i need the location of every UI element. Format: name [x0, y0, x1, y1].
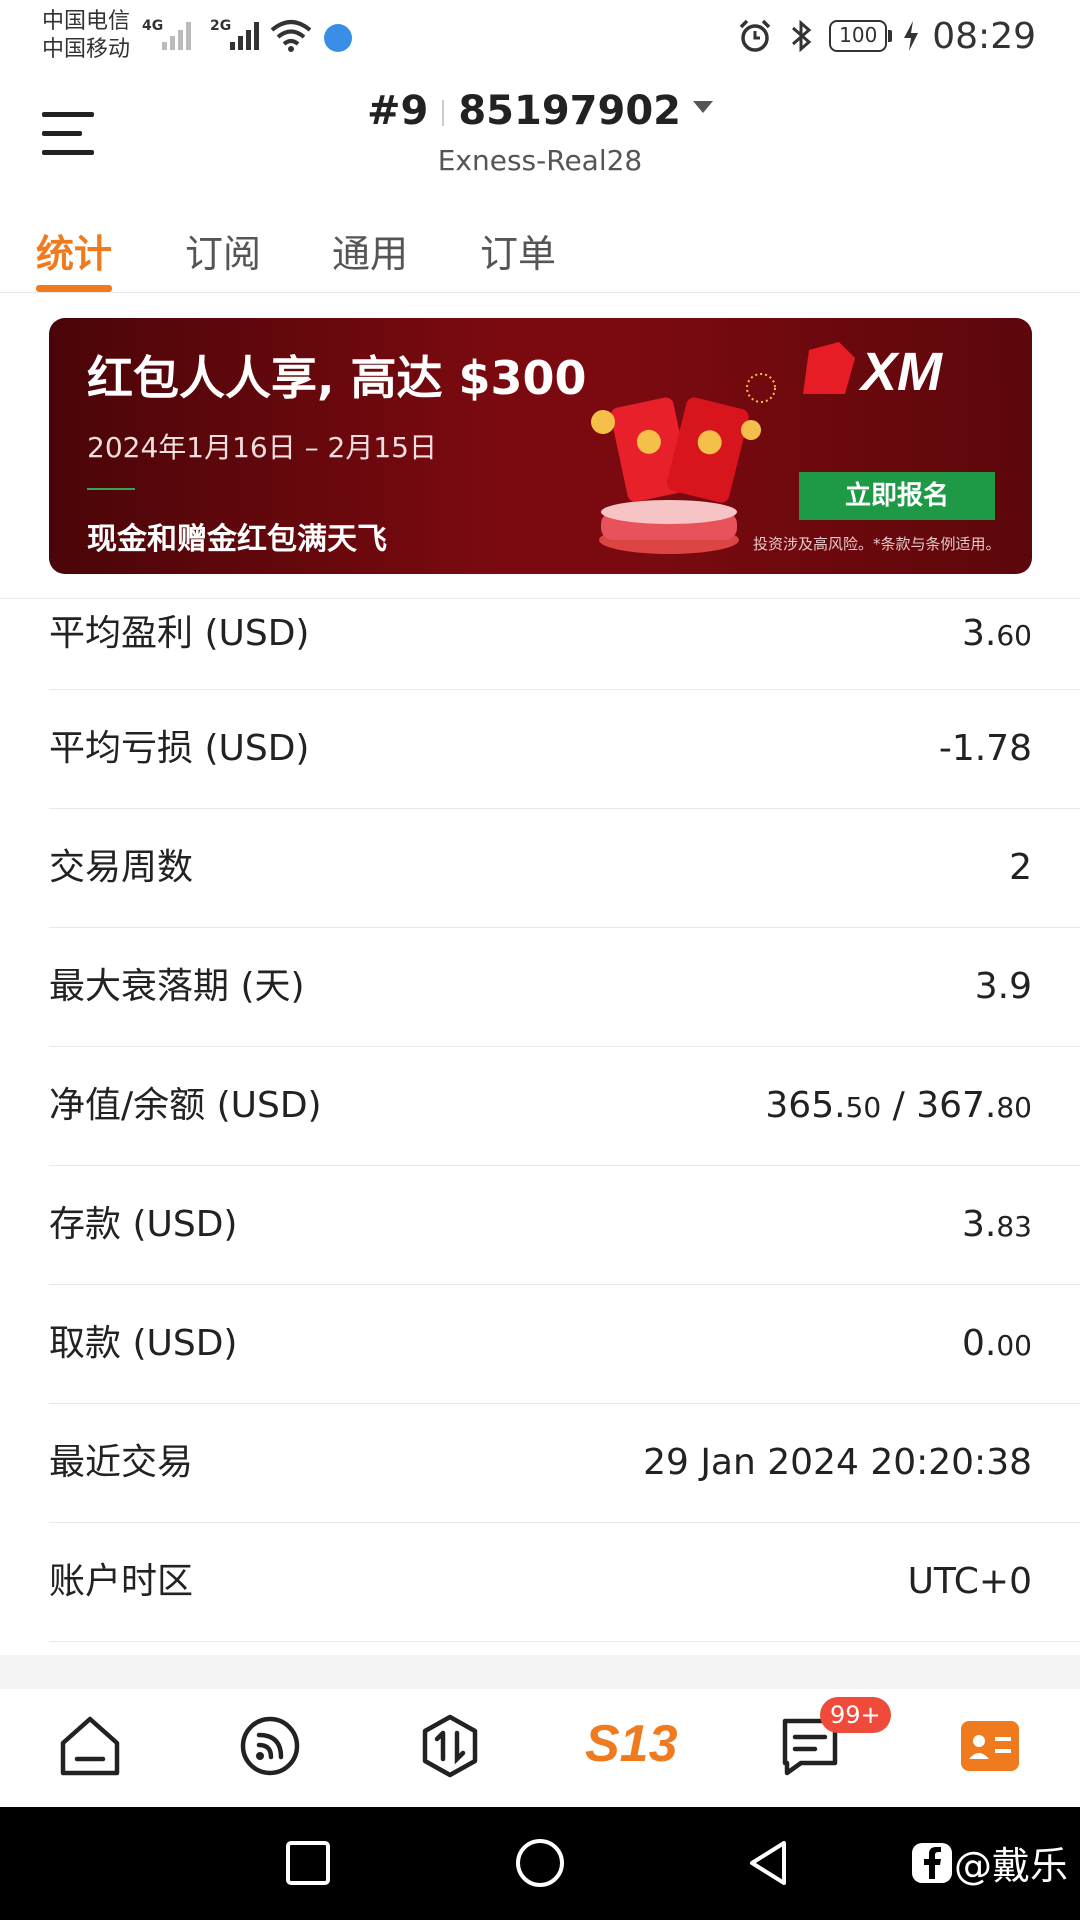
signal-bars-icon: [162, 20, 194, 50]
stat-label: 平均亏损 (USD): [49, 728, 310, 769]
stat-value: 3.60: [962, 613, 1032, 654]
stat-label: 存款 (USD): [49, 1204, 238, 1245]
stat-value: 29 Jan 2024 20:20:38: [643, 1442, 1032, 1483]
account-rank: #9: [366, 88, 429, 134]
system-navigation-bar: @戴乐: [0, 1807, 1080, 1920]
back-icon[interactable]: [744, 1837, 796, 1889]
stat-value: 3.83: [962, 1204, 1032, 1245]
network-type-2: 2G: [210, 18, 232, 34]
stat-value: 365.50 / 367.80: [765, 1085, 1032, 1126]
stat-label: 最大衰落期 (天): [49, 966, 305, 1007]
wifi-icon: [270, 20, 312, 52]
stat-row-withdrawals: 取款 (USD) 0.00: [49, 1285, 1080, 1404]
carrier-info: 中国电信 中国移动: [42, 8, 130, 64]
stat-label: 取款 (USD): [49, 1323, 238, 1364]
network-type-1: 4G: [142, 18, 164, 34]
facebook-icon: [911, 1842, 952, 1883]
clock: 08:29: [932, 15, 1036, 57]
account-number: 85197902: [458, 88, 681, 134]
bluetooth-icon: [792, 19, 812, 53]
stat-value: 2: [1009, 847, 1032, 888]
stat-row-trading-weeks: 交易周数 2: [49, 809, 1080, 928]
stat-row-max-drawdown-period: 最大衰落期 (天) 3.9: [49, 928, 1080, 1047]
stat-row-last-trade: 最近交易 29 Jan 2024 20:20:38: [49, 1404, 1080, 1523]
tab-subscribe[interactable]: 订阅: [185, 223, 261, 278]
tab-orders[interactable]: 订单: [480, 223, 556, 278]
stat-value: 0.00: [962, 1323, 1032, 1364]
watermark: @戴乐: [911, 1835, 1068, 1890]
alarm-icon: [740, 19, 771, 52]
charging-icon: [904, 21, 919, 51]
app-header: #9 85197902 Exness-Real28: [0, 80, 1080, 200]
battery-indicator: 100: [829, 20, 893, 52]
banner-date-range: 2024年1月16日 – 2月15日: [87, 431, 437, 464]
stat-label: 净值/余额 (USD): [49, 1085, 322, 1126]
home-icon[interactable]: [55, 1711, 125, 1781]
server-name: Exness-Real28: [437, 144, 643, 177]
stat-value: -1.78: [938, 728, 1032, 769]
svg-text:XM: XM: [858, 342, 943, 402]
signal-bars-icon: [230, 20, 262, 50]
signals-icon[interactable]: [235, 1711, 305, 1781]
dropdown-caret-icon: [693, 101, 713, 113]
stat-label: 平均盈利 (USD): [49, 613, 310, 654]
trade-icon[interactable]: [415, 1711, 485, 1781]
stat-label: 账户时区: [49, 1561, 194, 1602]
risk-disclaimer: 投资涉及高风险。*条款与条例适用。: [753, 535, 1001, 553]
stat-row-deposits: 存款 (USD) 3.83: [49, 1166, 1080, 1285]
stat-row-avg-profit: 平均盈利 (USD) 3.60: [49, 599, 1080, 690]
stat-label: 交易周数: [49, 847, 194, 888]
stat-value: 3.9: [974, 966, 1032, 1007]
active-tab-indicator: [36, 285, 112, 292]
stat-row-avg-loss: 平均亏损 (USD) -1.78: [49, 690, 1080, 809]
tab-general[interactable]: 通用: [332, 223, 408, 278]
list-bottom-spacer: [0, 1655, 1080, 1689]
battery-level: 100: [829, 20, 888, 52]
watermark-text: @戴乐: [953, 1844, 1068, 1888]
stat-row-account-timezone: 账户时区 UTC+0: [49, 1523, 1080, 1642]
banner-subtitle: 现金和赠金红包满天飞: [87, 522, 387, 557]
s13-icon[interactable]: S13: [585, 1709, 678, 1779]
profile-card-icon[interactable]: [955, 1711, 1025, 1781]
signup-button[interactable]: 立即报名: [799, 472, 995, 520]
banner-divider: [87, 488, 135, 490]
home-circle-icon[interactable]: [514, 1837, 566, 1889]
account-selector[interactable]: #9 85197902: [0, 88, 1080, 134]
status-right: 100 08:29: [737, 14, 1036, 58]
browser-notification-icon: [324, 24, 352, 52]
bottom-navigation: S13 99+: [0, 1689, 1080, 1807]
stat-value: UTC+0: [907, 1561, 1032, 1602]
tab-statistics[interactable]: 统计: [36, 223, 112, 278]
statistics-list: 平均盈利 (USD) 3.60 平均亏损 (USD) -1.78 交易周数 2 …: [0, 598, 1080, 1642]
banner-title: 红包人人享, 高达 $300: [87, 351, 587, 405]
messages-badge: 99+: [820, 1697, 891, 1733]
stat-row-equity-balance: 净值/余额 (USD) 365.50 / 367.80: [49, 1047, 1080, 1166]
recent-apps-icon[interactable]: [282, 1837, 334, 1889]
stat-label: 最近交易: [49, 1442, 194, 1483]
carrier-2: 中国移动: [42, 37, 131, 62]
red-envelope-illustration: [591, 373, 776, 554]
tab-bar: 统计 订阅 通用 订单: [0, 205, 1080, 293]
xm-logo: XM: [803, 342, 943, 402]
promo-banner[interactable]: 红包人人享, 高达 $300 2024年1月16日 – 2月15日 现金和赠金红…: [49, 318, 1032, 574]
status-bar: 中国电信 中国移动 4G 2G 100 08:29: [0, 0, 1080, 80]
carrier-1: 中国电信: [42, 9, 131, 34]
